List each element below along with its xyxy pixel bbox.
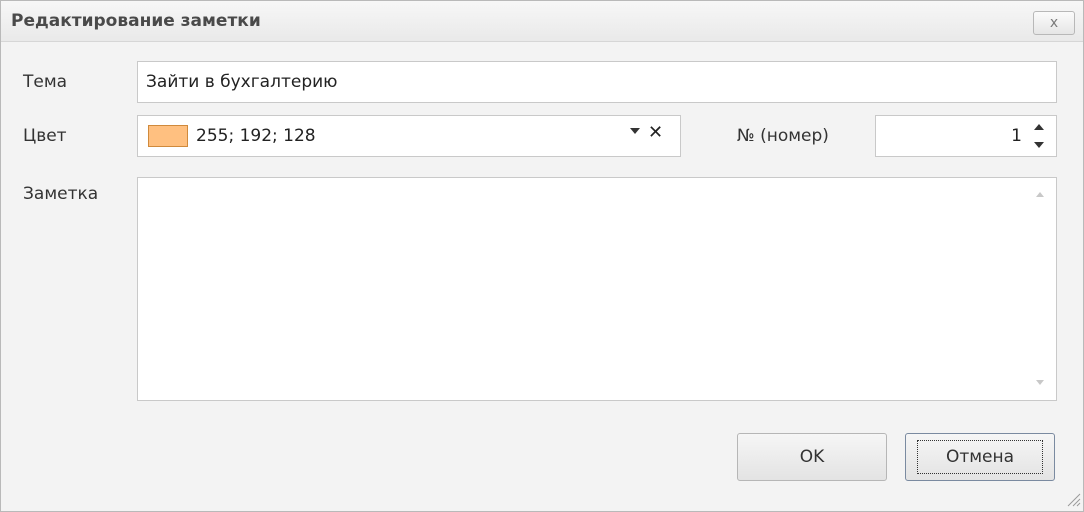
cancel-button[interactable]: Отмена bbox=[905, 433, 1055, 481]
spin-up-icon[interactable] bbox=[1034, 124, 1044, 130]
number-spinner[interactable]: 1 bbox=[875, 115, 1057, 157]
subject-value: Зайти в бухгалтерию bbox=[146, 72, 338, 92]
color-dropdown[interactable]: 255; 192; 128 ✕ bbox=[137, 115, 681, 157]
close-button[interactable]: x bbox=[1033, 11, 1075, 35]
note-textarea[interactable] bbox=[137, 177, 1057, 401]
subject-input[interactable]: Зайти в бухгалтерию bbox=[137, 61, 1057, 103]
title-bar[interactable]: Редактирование заметки x bbox=[1, 1, 1083, 42]
number-label: № (номер) bbox=[737, 126, 829, 146]
cancel-button-label: Отмена bbox=[916, 440, 1044, 474]
ok-button-label: OK bbox=[799, 447, 825, 467]
note-edit-dialog: Редактирование заметки x Тема Зайти в бу… bbox=[0, 0, 1084, 512]
scroll-down-icon[interactable] bbox=[1036, 380, 1044, 385]
scroll-up-icon[interactable] bbox=[1036, 192, 1044, 197]
close-icon: x bbox=[1049, 15, 1059, 31]
ok-button[interactable]: OK bbox=[737, 433, 887, 481]
spin-down-icon[interactable] bbox=[1034, 142, 1044, 148]
color-label: Цвет bbox=[23, 126, 67, 146]
clear-icon[interactable]: ✕ bbox=[648, 122, 663, 143]
resize-grip-icon[interactable] bbox=[1065, 491, 1081, 507]
dialog-title: Редактирование заметки bbox=[11, 11, 261, 31]
subject-label: Тема bbox=[23, 72, 68, 92]
number-value: 1 bbox=[1011, 126, 1022, 146]
chevron-down-icon[interactable] bbox=[630, 128, 640, 134]
note-label: Заметка bbox=[23, 184, 99, 204]
color-value: 255; 192; 128 bbox=[196, 126, 316, 146]
color-swatch bbox=[148, 125, 188, 147]
